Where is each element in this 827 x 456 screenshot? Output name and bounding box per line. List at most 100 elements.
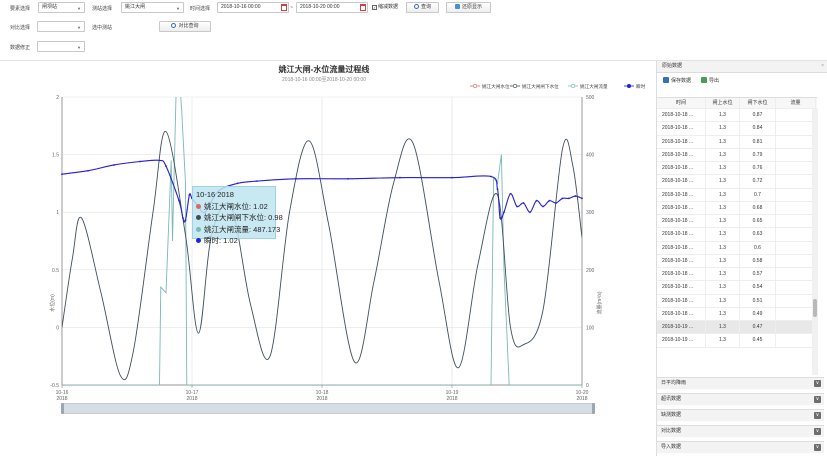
- chart-svg[interactable]: 姚江大闸-水位流量过程线 2018-10-16 00:00至2018-10-20…: [0, 61, 648, 456]
- end-time-input[interactable]: 2018-10-20 00:00: [296, 2, 368, 13]
- section-label: 导入数据: [661, 444, 682, 450]
- table-cell: 1.3: [706, 268, 740, 281]
- table-cell: [776, 215, 816, 228]
- tooltip-item: 姚江大闸水位: 1.02: [196, 201, 272, 213]
- table-cell: [776, 109, 816, 122]
- close-icon[interactable]: ×: [821, 61, 824, 72]
- table-row[interactable]: 2018-10-18 ... 1.3 0.81: [657, 135, 817, 149]
- series-dot-icon: [196, 203, 201, 209]
- table-cell: 0.47: [740, 321, 776, 334]
- reset-display-label: 还原显示: [461, 4, 482, 10]
- table-cell: 1.3: [706, 334, 740, 347]
- tooltip-item-label: 姚江大闸流量: 487.173: [204, 224, 281, 234]
- column-header[interactable]: 时间: [657, 98, 706, 108]
- table-row[interactable]: 2018-10-18 ... 1.3 0.79: [657, 148, 817, 162]
- table-row[interactable]: 2018-10-18 ... 1.3 0.76: [657, 162, 817, 176]
- y-tick-right: 400: [586, 153, 595, 159]
- data-point: [113, 164, 115, 166]
- refresh-icon: [454, 4, 460, 9]
- data-point: [574, 195, 577, 197]
- start-time-input[interactable]: 2018-10-16 00:00: [217, 2, 289, 13]
- table-row[interactable]: 2018-10-18 ... 1.3 0.87: [657, 109, 817, 123]
- zoom-handle-right[interactable]: [592, 403, 595, 414]
- raw-data-table: 时间 闸上水位 闸下水位 流量 2018-10-18 ... 1.3 0.87 201…: [657, 97, 817, 348]
- checkbox-check-icon[interactable]: ✓: [372, 5, 377, 10]
- chevron-down-icon[interactable]: ∨: [814, 412, 821, 419]
- section-over-limit[interactable]: 超讯数据 ∨: [657, 393, 824, 405]
- table-cell: 2018-10-19 ...: [657, 321, 706, 334]
- chevron-down-icon[interactable]: ∨: [814, 428, 821, 435]
- section-import[interactable]: 导入数据 ∨: [657, 441, 824, 453]
- compare-label: 对比选择: [10, 25, 31, 31]
- data-point: [178, 199, 180, 202]
- table-row[interactable]: 2018-10-18 ... 1.3 0.54: [657, 281, 817, 295]
- zoom-slider[interactable]: [61, 403, 595, 414]
- reset-display-button[interactable]: 还原显示: [446, 2, 491, 13]
- chart-legend[interactable]: 姚江大闸水位 姚江大闸闸下水位 姚江大闸流量 瞬时: [470, 83, 646, 90]
- table-cell: [776, 175, 816, 188]
- table-cell: 0.45: [740, 334, 776, 347]
- compare-select[interactable]: ▼: [37, 21, 85, 32]
- calendar-icon[interactable]: [281, 4, 287, 11]
- table-cell: 0.51: [740, 294, 776, 307]
- table-row[interactable]: 2018-10-18 ... 1.3 0.51: [657, 294, 817, 308]
- column-header[interactable]: 闸上水位: [706, 98, 740, 108]
- modify-select[interactable]: ▼: [37, 41, 85, 52]
- station-label: 测站选择: [92, 6, 113, 12]
- save-data-button[interactable]: 保存数据: [663, 77, 691, 84]
- data-point: [548, 199, 551, 202]
- table-cell: 2018-10-18 ...: [657, 281, 706, 294]
- x-tick-year: 2018: [316, 396, 327, 402]
- selected-station-label: 选中测站: [92, 25, 113, 31]
- table-cell: 1.3: [706, 122, 740, 135]
- chevron-down-icon[interactable]: ∨: [814, 380, 821, 387]
- save-data-label: 保存数据: [671, 78, 692, 84]
- zoom-handle-left[interactable]: [61, 403, 64, 414]
- table-row[interactable]: 2018-10-18 ... 1.3 0.63: [657, 228, 817, 242]
- table-row[interactable]: 2018-10-19 ... 1.3 0.45: [657, 334, 817, 348]
- table-row[interactable]: 2018-10-18 ... 1.3 0.84: [657, 122, 817, 136]
- query-button[interactable]: 查询: [406, 2, 439, 13]
- compare-query-button[interactable]: 对比查询: [159, 21, 211, 32]
- chevron-down-icon: ▼: [77, 25, 81, 30]
- scrollbar-thumb[interactable]: [813, 299, 817, 317]
- export-button[interactable]: 导出: [701, 77, 719, 84]
- table-cell: 0.81: [740, 135, 776, 148]
- section-daily-rain[interactable]: 日平均降雨 ∨: [657, 377, 824, 389]
- tooltip-item: 姚江大闸闸下水位: 0.98: [196, 212, 283, 224]
- legend-label: 瞬时: [636, 83, 646, 90]
- table-cell: 0.72: [740, 175, 776, 188]
- station-select[interactable]: 姚江大闸 ▼: [121, 2, 184, 13]
- calendar-icon[interactable]: [360, 4, 366, 11]
- data-point: [542, 205, 544, 208]
- table-row[interactable]: 2018-10-19 ... 1.3 0.47: [657, 321, 817, 335]
- table-cell: [776, 281, 816, 294]
- section-missing[interactable]: 缺测数据 ∨: [657, 409, 824, 421]
- chevron-down-icon[interactable]: ∨: [814, 444, 821, 451]
- data-point: [236, 182, 239, 185]
- table-row[interactable]: 2018-10-18 ... 1.3 0.57: [657, 268, 817, 282]
- column-header[interactable]: 流量: [776, 98, 816, 108]
- tooltip-time: 10-16 2018: [196, 190, 234, 199]
- reduce-data-checkbox[interactable]: ✓ 缩减数据: [372, 3, 398, 12]
- table-row[interactable]: 2018-10-18 ... 1.3 0.65: [657, 215, 817, 229]
- section-compare[interactable]: 对比数据 ∨: [657, 425, 824, 437]
- table-cell: 2018-10-18 ...: [657, 254, 706, 267]
- panel-title: 原始数据: [662, 63, 683, 69]
- table-row[interactable]: 2018-10-18 ... 1.3 0.58: [657, 254, 817, 268]
- table-row[interactable]: 2018-10-18 ... 1.3 0.6: [657, 241, 817, 255]
- y-tick-right: 300: [586, 210, 595, 216]
- table-row[interactable]: 2018-10-18 ... 1.3 0.49: [657, 307, 817, 321]
- legend-label: 姚江大闸水位: [482, 83, 510, 90]
- chevron-down-icon[interactable]: ∨: [814, 396, 821, 403]
- table-cell: 0.65: [740, 215, 776, 228]
- legend-marker: [626, 83, 631, 88]
- column-header[interactable]: 闸下水位: [740, 98, 776, 108]
- chart-tooltip: 10-16 2018 姚江大闸水位: 1.02 姚江大闸闸下水位: 0.98 姚…: [192, 186, 283, 245]
- table-row[interactable]: 2018-10-18 ... 1.3 0.7: [657, 188, 817, 202]
- y-tick-left: -0.5: [50, 383, 59, 389]
- table-row[interactable]: 2018-10-18 ... 1.3 0.68: [657, 201, 817, 215]
- table-row[interactable]: 2018-10-18 ... 1.3 0.72: [657, 175, 817, 189]
- table-scrollbar[interactable]: [812, 109, 818, 375]
- mode-select[interactable]: 闸坝站 ▼: [38, 2, 85, 13]
